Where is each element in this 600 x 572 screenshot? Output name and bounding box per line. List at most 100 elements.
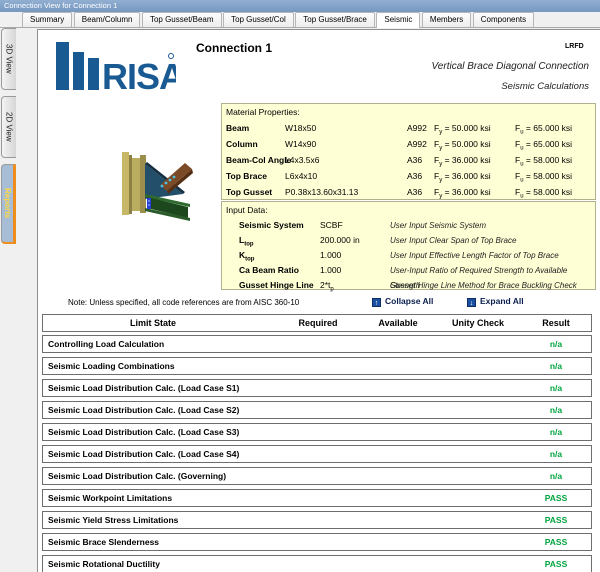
top-tab-label: Top Gusset/Brace: [303, 15, 367, 24]
top-tabstrip: Summary Beam/Column Top Gusset/Beam Top …: [0, 12, 600, 28]
material-row: Column W14x90 A992 Fy = 50.000 ksi Fu = …: [222, 136, 595, 152]
limit-state-label: Seismic Load Distribution Calc. (Governi…: [48, 468, 226, 485]
material-name: Top Brace: [226, 168, 267, 184]
input-row: Ca Beam Ratio 1.000 User-Input Ratio of …: [222, 263, 595, 278]
limit-state-row[interactable]: Seismic Load Distribution Calc. (Load Ca…: [42, 401, 592, 419]
top-tab[interactable]: Top Gusset/Col: [223, 12, 294, 27]
header-result: Result: [516, 315, 596, 332]
top-tab-label: Components: [481, 15, 526, 24]
side-tabstrip: 3D View 2D View Reports: [1, 28, 17, 250]
expand-all-icon: ↓: [467, 298, 476, 307]
input-description: User Input Seismic System: [390, 218, 486, 233]
header-unity-check: Unity Check: [433, 315, 523, 332]
limit-state-row[interactable]: Seismic Workpoint Limitations PASS: [42, 489, 592, 507]
limit-state-row[interactable]: Controlling Load Calculation n/a: [42, 335, 592, 353]
input-data-heading: Input Data:: [226, 205, 268, 215]
limit-state-label: Seismic Loading Combinations: [48, 358, 175, 375]
window-titlebar[interactable]: Connection View for Connection 1: [0, 0, 600, 12]
input-label: Gusset Hinge Line: [239, 278, 314, 298]
top-tab[interactable]: Members: [422, 12, 471, 27]
material-grade: A36: [407, 168, 422, 184]
input-description: Gusset Hinge Line Method for Brace Buckl…: [390, 278, 577, 293]
material-shape: W14x90: [285, 136, 316, 152]
limit-state-label: Seismic Rotational Ductility: [48, 556, 160, 572]
material-grade: A36: [407, 184, 422, 200]
limit-state-row[interactable]: Seismic Brace Slenderness PASS: [42, 533, 592, 551]
material-grade: A992: [407, 136, 427, 152]
limit-state-label: Seismic Load Distribution Calc. (Load Ca…: [48, 402, 239, 419]
connection-title: Connection 1: [196, 41, 272, 55]
limit-state-result: PASS: [516, 556, 596, 572]
limit-state-result: n/a: [516, 446, 596, 463]
limit-state-label: Seismic Load Distribution Calc. (Load Ca…: [48, 424, 239, 441]
limit-state-row[interactable]: Seismic Rotational Ductility PASS: [42, 555, 592, 572]
top-tab-label: Summary: [30, 15, 64, 24]
limit-state-row[interactable]: Seismic Yield Stress Limitations PASS: [42, 511, 592, 529]
side-tab-label: 2D View: [5, 106, 14, 148]
note-row: Note: Unless specified, all code referen…: [38, 296, 598, 310]
material-name: Column: [226, 136, 258, 152]
top-tab-label: Top Gusset/Beam: [150, 15, 214, 24]
limit-state-label: Seismic Workpoint Limitations: [48, 490, 172, 507]
input-value: 2*tp: [320, 278, 334, 298]
material-name: Beam: [226, 120, 249, 136]
limit-state-result: PASS: [516, 490, 596, 507]
limit-state-result: PASS: [516, 534, 596, 551]
limit-state-result: n/a: [516, 468, 596, 485]
input-description: User Input Effective Length Factor of To…: [390, 248, 559, 263]
limit-state-result: n/a: [516, 336, 596, 353]
limit-state-row[interactable]: Seismic Load Distribution Calc. (Load Ca…: [42, 379, 592, 397]
top-tab[interactable]: Components: [473, 12, 534, 27]
top-tab[interactable]: Beam/Column: [74, 12, 141, 27]
top-tab[interactable]: Seismic: [376, 12, 420, 28]
limit-state-label: Controlling Load Calculation: [48, 336, 164, 353]
header-available: Available: [353, 315, 443, 332]
material-grade: A36: [407, 152, 422, 168]
material-shape: L4x3.5x6: [285, 152, 320, 168]
header-required: Required: [273, 315, 363, 332]
top-tab[interactable]: Top Gusset/Beam: [142, 12, 222, 27]
material-name: Top Gusset: [226, 184, 272, 200]
material-shape: P0.38x13.60x31.13: [285, 184, 358, 200]
input-row: Ktop 1.000 User Input Effective Length F…: [222, 248, 595, 263]
material-shape: L6x4x10: [285, 168, 317, 184]
collapse-all-icon: ↑: [372, 298, 381, 307]
limit-state-result: n/a: [516, 402, 596, 419]
side-tab[interactable]: Reports: [1, 164, 16, 244]
top-tab-label: Beam/Column: [82, 15, 133, 24]
limit-state-row[interactable]: Seismic Loading Combinations n/a: [42, 357, 592, 375]
limit-state-label: Seismic Load Distribution Calc. (Load Ca…: [48, 446, 239, 463]
top-tab-label: Seismic: [384, 15, 412, 24]
input-description: User Input Clear Span of Top Brace: [390, 233, 516, 248]
input-row: Ltop 200.000 in User Input Clear Span of…: [222, 233, 595, 248]
limit-state-row[interactable]: Seismic Load Distribution Calc. (Governi…: [42, 467, 592, 485]
material-row: Top Brace L6x4x10 A36 Fy = 36.000 ksi Fu…: [222, 168, 595, 184]
top-tab-label: Members: [430, 15, 463, 24]
window-title: Connection View for Connection 1: [4, 1, 117, 10]
side-tab[interactable]: 3D View: [1, 28, 16, 90]
material-row: Beam-Col Angle L4x3.5x6 A36 Fy = 36.000 …: [222, 152, 595, 168]
collapse-all-button[interactable]: ↑Collapse All: [372, 296, 433, 307]
side-tab[interactable]: 2D View: [1, 96, 16, 158]
top-tab-label: Top Gusset/Col: [231, 15, 286, 24]
expand-all-button[interactable]: ↓Expand All: [467, 296, 524, 307]
limit-state-label: Seismic Yield Stress Limitations: [48, 512, 178, 529]
connection-3d-model: [104, 148, 199, 233]
top-tab[interactable]: Summary: [22, 12, 72, 27]
limit-state-row[interactable]: Seismic Load Distribution Calc. (Load Ca…: [42, 423, 592, 441]
material-grade: A992: [407, 120, 427, 136]
header-limit-state: Limit State: [43, 315, 263, 332]
connection-type-subtitle: Vertical Brace Diagonal Connection: [432, 61, 590, 72]
input-data-panel: Input Data: Seismic System SCBF User Inp…: [221, 201, 596, 290]
side-tab-label: Reports: [3, 182, 12, 224]
limit-state-result: n/a: [516, 380, 596, 397]
report-page: RISA Connection 1 LRFD Vertical Brace Di…: [37, 29, 600, 572]
material-properties-heading: Material Properties:: [226, 107, 300, 117]
limit-state-result: n/a: [516, 424, 596, 441]
limit-state-row[interactable]: Seismic Load Distribution Calc. (Load Ca…: [42, 445, 592, 463]
results-table-header: Limit State Required Available Unity Che…: [42, 314, 592, 332]
top-tab[interactable]: Top Gusset/Brace: [295, 12, 375, 27]
material-shape: W18x50: [285, 120, 316, 136]
material-row: Top Gusset P0.38x13.60x31.13 A36 Fy = 36…: [222, 184, 595, 200]
risa-logo: RISA: [56, 42, 176, 96]
